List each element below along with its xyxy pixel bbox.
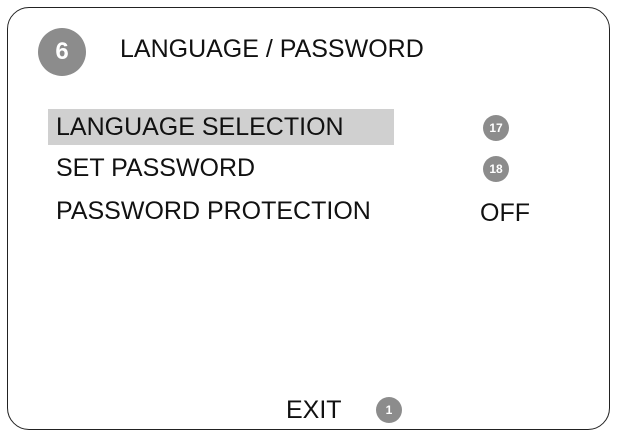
menu-item-password-protection[interactable]: PASSWORD PROTECTION (48, 193, 371, 229)
submenu-number-badge-language: 17 (483, 115, 509, 141)
password-protection-value[interactable]: OFF (480, 195, 530, 231)
exit-number-badge: 1 (376, 397, 402, 423)
submenu-number-badge-password: 18 (483, 156, 509, 182)
menu-number-badge: 6 (38, 28, 86, 76)
exit-button[interactable]: EXIT (286, 393, 342, 427)
page-title: LANGUAGE / PASSWORD (120, 35, 424, 63)
menu-item-language-selection[interactable]: LANGUAGE SELECTION (48, 109, 394, 145)
menu-item-set-password[interactable]: SET PASSWORD (48, 150, 255, 186)
